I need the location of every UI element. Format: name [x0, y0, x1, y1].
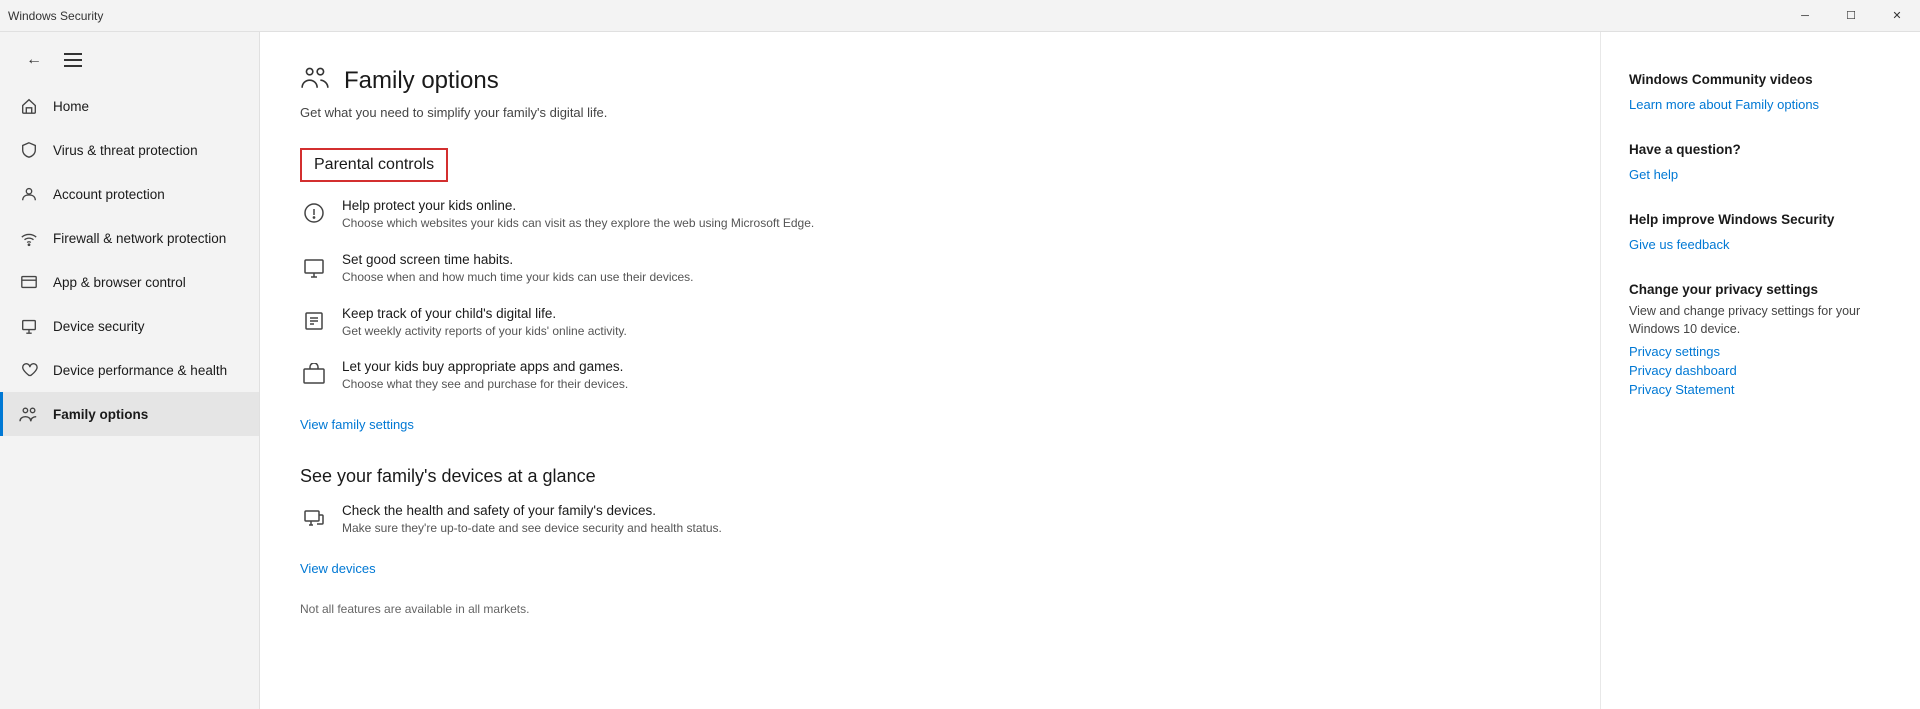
hamburger-line: [64, 59, 82, 61]
heart-icon: [19, 360, 39, 380]
minimize-button[interactable]: ─: [1782, 0, 1828, 32]
home-icon: [19, 96, 39, 116]
wifi-icon: [19, 228, 39, 248]
sidebar-item-app[interactable]: App & browser control: [0, 260, 259, 304]
sidebar-item-family-label: Family options: [53, 407, 148, 422]
get-help-link[interactable]: Get help: [1629, 167, 1678, 182]
privacy-title: Change your privacy settings: [1629, 282, 1892, 297]
parental-controls-section: Parental controls Help protect your kids…: [300, 148, 1560, 434]
sidebar-item-account-label: Account protection: [53, 187, 165, 202]
device-icon: [19, 316, 39, 336]
feature-track-digital-text: Keep track of your child's digital life.…: [342, 306, 627, 340]
privacy-dashboard-link[interactable]: Privacy dashboard: [1629, 363, 1892, 378]
sidebar-item-family[interactable]: Family options: [0, 392, 259, 436]
feature-check-devices-name: Check the health and safety of your fami…: [342, 503, 722, 518]
feature-buy-apps: Let your kids buy appropriate apps and g…: [300, 359, 1560, 393]
sidebar-item-virus[interactable]: Virus & threat protection: [0, 128, 259, 172]
sidebar-header: ←: [0, 36, 259, 84]
privacy-settings-link[interactable]: Privacy settings: [1629, 344, 1892, 359]
family-icon: [19, 404, 39, 424]
question-title: Have a question?: [1629, 142, 1892, 157]
sidebar-item-home-label: Home: [53, 99, 89, 114]
titlebar-title: Windows Security: [8, 9, 103, 23]
maximize-button[interactable]: ☐: [1828, 0, 1874, 32]
feature-screen-time: Set good screen time habits. Choose when…: [300, 252, 1560, 286]
parental-controls-title: Parental controls: [300, 148, 448, 182]
hamburger-line: [64, 53, 82, 55]
feature-protect-kids: Help protect your kids online. Choose wh…: [300, 198, 1560, 232]
feature-buy-apps-text: Let your kids buy appropriate apps and g…: [342, 359, 628, 393]
sidebar-item-app-label: App & browser control: [53, 275, 186, 290]
feedback-section: Help improve Windows Security Give us fe…: [1629, 212, 1892, 254]
community-section: Windows Community videos Learn more abou…: [1629, 72, 1892, 114]
devices-section: See your family's devices at a glance Ch…: [300, 466, 1560, 578]
feature-screen-time-desc: Choose when and how much time your kids …: [342, 269, 694, 286]
page-title: Family options: [344, 67, 499, 95]
sidebar-item-home[interactable]: Home: [0, 84, 259, 128]
feature-buy-apps-desc: Choose what they see and purchase for th…: [342, 376, 628, 393]
feedback-title: Help improve Windows Security: [1629, 212, 1892, 227]
privacy-text: View and change privacy settings for you…: [1629, 303, 1892, 338]
sidebar-item-device-perf[interactable]: Device performance & health: [0, 348, 259, 392]
check-devices-icon: [300, 504, 328, 532]
community-title: Windows Community videos: [1629, 72, 1892, 87]
feature-screen-time-name: Set good screen time habits.: [342, 252, 694, 267]
titlebar-controls: ─ ☐ ✕: [1782, 0, 1920, 32]
hamburger-menu[interactable]: [64, 53, 82, 67]
shield-icon: [19, 140, 39, 160]
buy-apps-icon: [300, 360, 328, 388]
protect-kids-icon: [300, 199, 328, 227]
track-digital-icon: [300, 307, 328, 335]
person-icon: [19, 184, 39, 204]
privacy-section: Change your privacy settings View and ch…: [1629, 282, 1892, 397]
feature-screen-time-text: Set good screen time habits. Choose when…: [342, 252, 694, 286]
feature-protect-kids-text: Help protect your kids online. Choose wh…: [342, 198, 814, 232]
privacy-statement-link[interactable]: Privacy Statement: [1629, 382, 1892, 397]
right-panel: Windows Community videos Learn more abou…: [1600, 32, 1920, 709]
sidebar-item-device-security[interactable]: Device security: [0, 304, 259, 348]
devices-section-title: See your family's devices at a glance: [300, 466, 1560, 487]
view-devices-link[interactable]: View devices: [300, 561, 376, 576]
sidebar-item-device-security-label: Device security: [53, 319, 145, 334]
close-button[interactable]: ✕: [1874, 0, 1920, 32]
page-subtitle: Get what you need to simplify your famil…: [300, 105, 1560, 120]
sidebar-item-firewall[interactable]: Firewall & network protection: [0, 216, 259, 260]
view-family-settings-link[interactable]: View family settings: [300, 417, 414, 432]
sidebar-item-account[interactable]: Account protection: [0, 172, 259, 216]
hamburger-line: [64, 65, 82, 67]
browser-icon: [19, 272, 39, 292]
screen-time-icon: [300, 253, 328, 281]
back-button[interactable]: ←: [16, 42, 52, 78]
feature-track-digital-desc: Get weekly activity reports of your kids…: [342, 323, 627, 340]
question-section: Have a question? Get help: [1629, 142, 1892, 184]
give-feedback-link[interactable]: Give us feedback: [1629, 237, 1729, 252]
page-title-icon: [300, 64, 330, 97]
sidebar-item-device-perf-label: Device performance & health: [53, 363, 227, 378]
main-content: Family options Get what you need to simp…: [260, 32, 1600, 709]
titlebar: Windows Security ─ ☐ ✕: [0, 0, 1920, 32]
feature-check-devices-desc: Make sure they're up-to-date and see dev…: [342, 520, 722, 537]
app-container: ← Home Virus & t: [0, 32, 1920, 709]
feature-track-digital: Keep track of your child's digital life.…: [300, 306, 1560, 340]
back-icon: ←: [26, 51, 42, 69]
feature-protect-kids-name: Help protect your kids online.: [342, 198, 814, 213]
page-header: Family options: [300, 64, 1560, 97]
feature-protect-kids-desc: Choose which websites your kids can visi…: [342, 215, 814, 232]
sidebar-item-virus-label: Virus & threat protection: [53, 143, 198, 158]
feature-check-devices-text: Check the health and safety of your fami…: [342, 503, 722, 537]
feature-buy-apps-name: Let your kids buy appropriate apps and g…: [342, 359, 628, 374]
community-link[interactable]: Learn more about Family options: [1629, 97, 1819, 112]
feature-check-devices: Check the health and safety of your fami…: [300, 503, 1560, 537]
footnote: Not all features are available in all ma…: [300, 602, 1560, 616]
sidebar: ← Home Virus & t: [0, 32, 260, 709]
feature-track-digital-name: Keep track of your child's digital life.: [342, 306, 627, 321]
sidebar-item-firewall-label: Firewall & network protection: [53, 231, 226, 246]
